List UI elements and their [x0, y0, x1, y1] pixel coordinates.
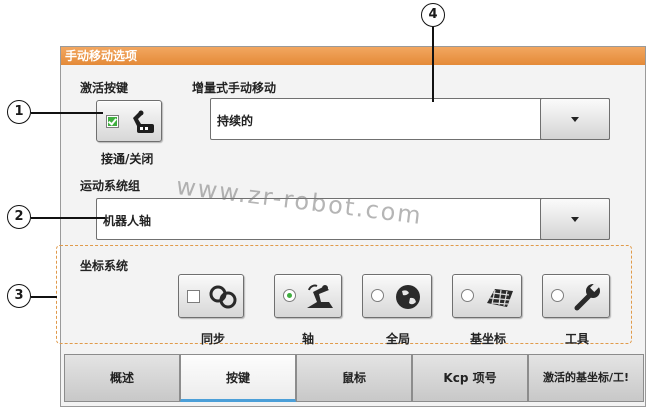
activation-checkbox[interactable]: [106, 115, 119, 128]
coord-tool-button[interactable]: [542, 274, 610, 318]
incremental-jog-label: 增量式手动移动: [192, 81, 277, 95]
tab-kcp-item[interactable]: Kcp 项号: [412, 354, 528, 402]
coordinate-system-label: 坐标系统: [80, 259, 129, 273]
motion-group-dropdown-button[interactable]: [540, 198, 610, 240]
coord-axis-button[interactable]: [274, 274, 342, 318]
activation-toggle-label: 接通/关闭: [101, 152, 154, 166]
incremental-jog-value: 持续的: [217, 114, 254, 128]
coord-world-label: 全局: [385, 332, 410, 346]
motion-group-label: 运动系统组: [80, 179, 141, 193]
chevron-down-icon: [571, 117, 579, 122]
callout-3: 3: [7, 284, 31, 308]
callout-4-leader: [432, 27, 434, 102]
base-radio[interactable]: [461, 289, 474, 302]
coord-world-button[interactable]: [362, 274, 432, 318]
tab-bar: 概述 按键 鼠标 Kcp 项号 激活的基坐标/工!: [64, 354, 644, 402]
callout-2-leader: [31, 217, 105, 219]
coord-base-button[interactable]: [452, 274, 522, 318]
coord-sync-label: 同步: [200, 332, 225, 346]
sync-link-icon: [209, 285, 237, 309]
tab-keys[interactable]: 按键: [180, 354, 296, 402]
callout-4: 4: [421, 3, 445, 27]
tab-active-base-tool[interactable]: 激活的基坐标/工!: [528, 354, 644, 402]
robot-teach-icon: [133, 110, 154, 133]
callout-3-leader: [31, 296, 57, 298]
callout-1: 1: [7, 100, 31, 124]
callout-1-leader: [31, 112, 103, 114]
panel-title: 手动移动选项: [61, 47, 645, 65]
callout-2: 2: [7, 205, 31, 229]
tab-overview[interactable]: 概述: [64, 354, 180, 402]
incremental-jog-select[interactable]: 持续的: [210, 98, 610, 140]
coord-axis-label: 轴: [301, 332, 314, 346]
axis-robot-icon: [307, 284, 333, 308]
tool-radio[interactable]: [551, 289, 564, 302]
wrench-icon: [574, 282, 600, 311]
axis-radio[interactable]: [283, 289, 296, 302]
coord-sync-button[interactable]: [178, 274, 244, 318]
coord-base-label: 基坐标: [469, 332, 506, 346]
chevron-down-icon: [571, 217, 579, 222]
tab-mouse[interactable]: 鼠标: [296, 354, 412, 402]
base-grid-icon: [487, 289, 513, 307]
coord-tool-label: 工具: [564, 332, 589, 346]
motion-group-value: 机器人轴: [103, 214, 152, 228]
globe-icon: [396, 285, 420, 309]
activation-keys-label: 激活按键: [80, 81, 129, 95]
activation-toggle-button[interactable]: [96, 100, 162, 142]
sync-checkbox[interactable]: [187, 290, 200, 303]
incremental-jog-dropdown-button[interactable]: [540, 98, 610, 140]
world-radio[interactable]: [371, 289, 384, 302]
